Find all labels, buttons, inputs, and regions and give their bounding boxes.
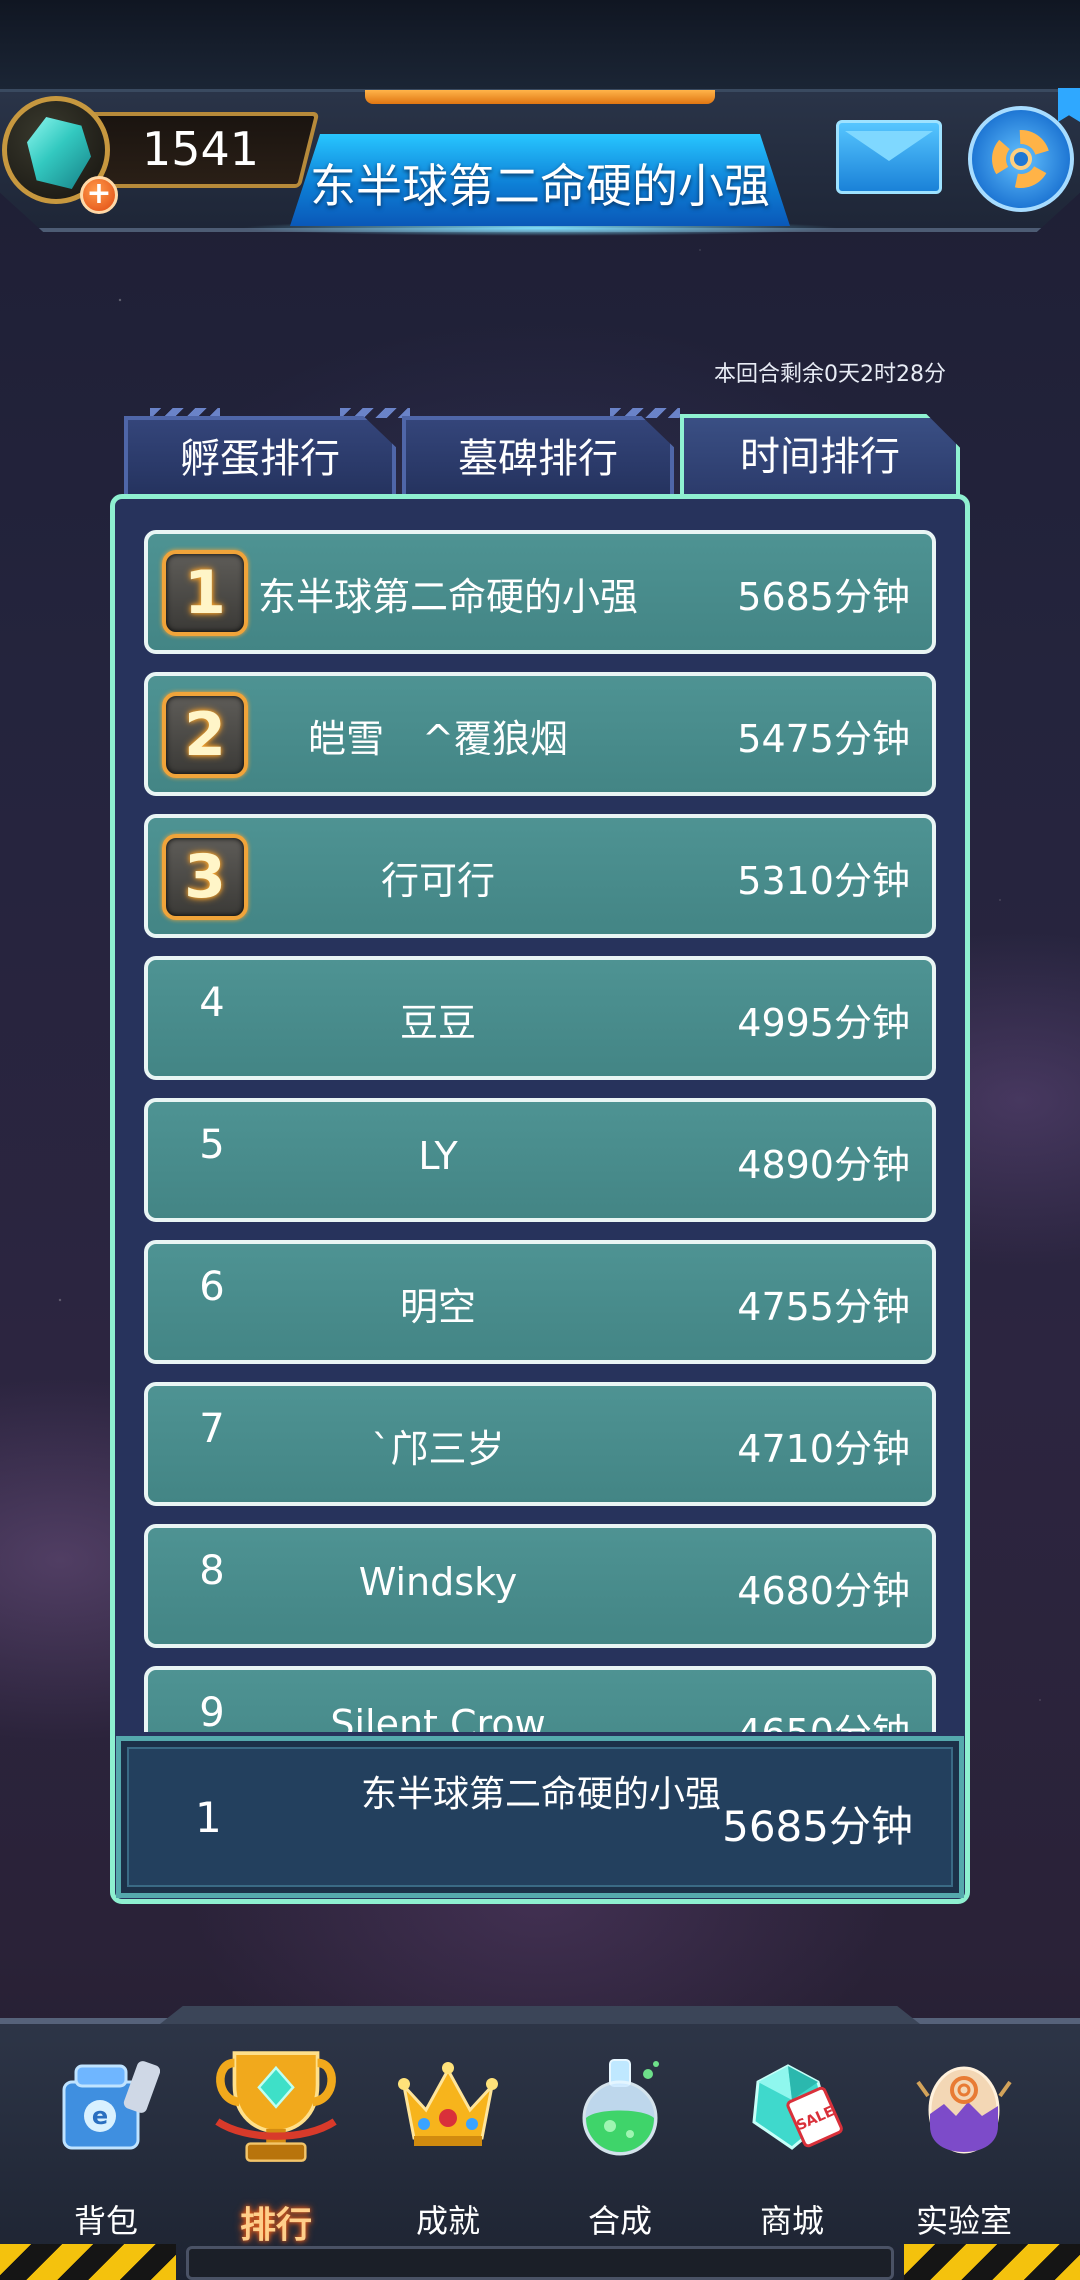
leaderboard-row[interactable]: 7 `邝三岁 4710分钟 (144, 1382, 936, 1506)
row-player-name: LY (418, 1134, 458, 1178)
my-rank-time: 5685分钟 (722, 1802, 913, 1851)
row-time: 5685分钟 (737, 575, 910, 619)
bottom-slot (186, 2246, 894, 2280)
tab-time-ranking[interactable]: 时间排行 (680, 414, 960, 498)
player-name: 东半球第二命硬的小强 (310, 159, 770, 213)
gem-count: 1541 (142, 122, 260, 176)
row-player-name: `邝三岁 (371, 1427, 505, 1471)
egg-icon (916, 2066, 1012, 2154)
crown-icon (398, 2062, 498, 2146)
top-bar: 1541 + 东半球第二命硬的小强 (0, 0, 1080, 240)
row-rank: 4 (199, 980, 225, 1026)
leaderboard-row[interactable]: 3 行可行 5310分钟 (144, 814, 936, 938)
nav-label: 成就 (415, 2202, 480, 2240)
row-rank: 6 (199, 1264, 225, 1310)
nav-achievements[interactable]: 成就 (368, 2046, 528, 2240)
potion-icon (582, 2059, 659, 2156)
nav-rim (160, 2006, 920, 2024)
row-player-name: 皑雪 ^覆狼烟 (308, 717, 568, 761)
gear-hub (1010, 148, 1032, 170)
rank-medal: 1 (162, 550, 248, 636)
leaderboard-row[interactable]: 4 豆豆 4995分钟 (144, 956, 936, 1080)
nav-backpack[interactable]: e 背包 (26, 2046, 186, 2240)
leaderboard-row[interactable]: 1 东半球第二命硬的小强 5685分钟 (144, 530, 936, 654)
rank-medal: 3 (162, 834, 248, 920)
leaderboard-row[interactable]: 8 Windsky 4680分钟 (144, 1524, 936, 1648)
row-time: 4680分钟 (737, 1569, 910, 1613)
row-time: 4890分钟 (737, 1143, 910, 1187)
svg-text:e: e (92, 2102, 108, 2130)
row-player-name: 东半球第二命硬的小强 (258, 575, 639, 619)
row-time: 5310分钟 (737, 859, 910, 903)
top-strip (0, 0, 1080, 92)
leaderboard-row[interactable]: 5 LY 4890分钟 (144, 1098, 936, 1222)
row-time: 4710分钟 (737, 1427, 910, 1471)
row-rank: 5 (199, 1122, 225, 1168)
tab-hatch-ranking[interactable]: 孵蛋排行 (124, 416, 396, 494)
hazard-stripe-left (0, 2244, 176, 2280)
leaderboard-row[interactable]: 9 Silent Crow 4650分钟 (144, 1666, 936, 1732)
row-player-name: 行可行 (380, 859, 495, 903)
gem-balance[interactable]: 1541 + (0, 96, 320, 214)
row-time: 4650分钟 (737, 1702, 910, 1732)
leaderboard-list[interactable]: 1 东半球第二命硬的小强 5685分钟 2 皑雪 ^覆狼烟 5475分钟 3 行… (140, 526, 940, 1732)
mail-button[interactable] (836, 120, 942, 194)
nav-label: 排行 (239, 2205, 312, 2246)
row-rank: 9 (199, 1690, 225, 1732)
rank-medal: 2 (162, 692, 248, 778)
sale-crystal-icon: SALE (752, 2064, 843, 2150)
row-player-name: 明空 (399, 1285, 476, 1329)
nav-laboratory[interactable]: 实验室 (884, 2046, 1044, 2240)
tab-tombstone-ranking[interactable]: 墓碑排行 (402, 416, 674, 494)
hazard-stripe-right (904, 2244, 1080, 2280)
row-player-name: 豆豆 (399, 1001, 476, 1045)
crystal-icon (27, 117, 91, 189)
row-rank: 7 (199, 1406, 225, 1452)
row-time: 4995分钟 (737, 1001, 910, 1045)
nav-shop[interactable]: SALE 商城 (712, 2046, 872, 2240)
nav-label: 实验室 (915, 2202, 1012, 2240)
round-remaining-time: 本回合剩余0天2时28分 (714, 362, 946, 387)
row-time: 5475分钟 (737, 717, 910, 761)
leaderboard-row[interactable]: 6 明空 4755分钟 (144, 1240, 936, 1364)
my-rank-number: 1 (195, 1793, 222, 1842)
my-rank-bar: 1 东半球第二命硬的小强 5685分钟 (116, 1736, 964, 1898)
bottom-nav: e 背包 排行 成就 合成 SALE 商城 实验室 (0, 2006, 1080, 2280)
backpack-icon: e (62, 2061, 160, 2150)
row-player-name: Windsky (358, 1560, 518, 1604)
row-time: 4755分钟 (737, 1285, 910, 1329)
row-rank: 8 (199, 1548, 225, 1594)
leaderboard-row[interactable]: 2 皑雪 ^覆狼烟 5475分钟 (144, 672, 936, 796)
nav-label: 商城 (759, 2202, 824, 2240)
header-accent-bar (365, 90, 715, 104)
nav-label: 合成 (587, 2202, 652, 2240)
nav-ranking[interactable]: 排行 (196, 2046, 356, 2246)
add-gems-button[interactable]: + (80, 176, 118, 214)
nav-label: 背包 (73, 2202, 138, 2240)
nav-synthesis[interactable]: 合成 (540, 2046, 700, 2240)
row-player-name: Silent Crow (330, 1702, 546, 1732)
trophy-icon (215, 2051, 337, 2162)
